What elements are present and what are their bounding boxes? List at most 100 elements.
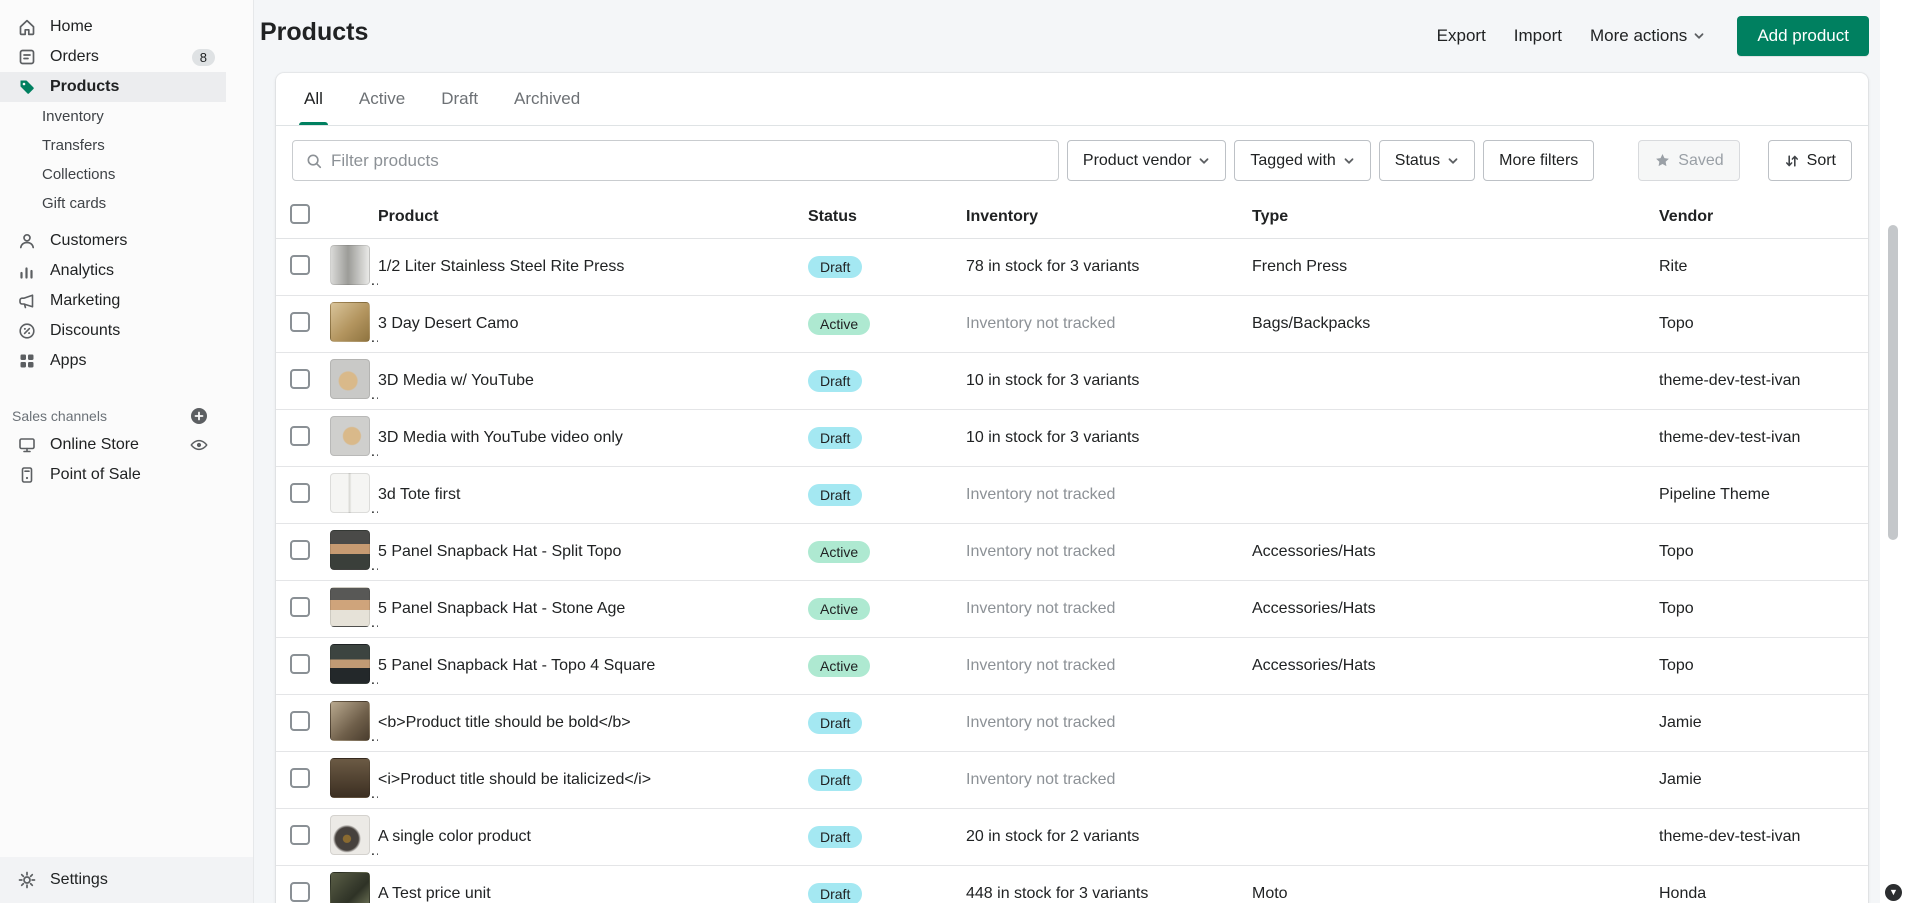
row-product-title[interactable]: 1/2 Liter Stainless Steel Rite Press — [378, 258, 624, 275]
row-checkbox[interactable] — [290, 311, 310, 332]
export-button[interactable]: Export — [1437, 22, 1486, 50]
sidebar-item-orders[interactable]: Orders 8 — [0, 42, 253, 72]
sidebar-item-inventory[interactable]: Inventory — [0, 102, 253, 131]
add-channel-button[interactable] — [189, 406, 209, 426]
sidebar-item-customers[interactable]: Customers — [0, 226, 253, 256]
row-product-title[interactable]: 5 Panel Snapback Hat - Split Topo — [378, 543, 621, 560]
sidebar-item-products[interactable]: Products — [0, 72, 226, 102]
row-checkbox[interactable] — [290, 824, 310, 845]
row-vendor: theme-dev-test-ivan — [1659, 372, 1801, 389]
product-thumbnail — [330, 757, 370, 798]
tab-active[interactable]: Active — [341, 73, 423, 125]
row-thumb-cell — [330, 529, 378, 575]
table-row[interactable]: 3D Media w/ YouTube Draft 10 in stock fo… — [276, 353, 1868, 410]
status-filter-button[interactable]: Status — [1378, 140, 1476, 181]
column-header-inventory[interactable]: Inventory — [966, 208, 1252, 226]
row-thumb-cell — [330, 757, 378, 803]
table-row[interactable]: A Test price unit Draft 448 in stock for… — [276, 866, 1868, 903]
row-checkbox[interactable] — [290, 767, 310, 788]
tab-draft[interactable]: Draft — [423, 73, 496, 125]
sidebar-item-home[interactable]: Home — [0, 12, 253, 42]
products-submenu: Inventory Transfers Collections Gift car… — [0, 102, 253, 218]
row-product-title[interactable]: 3 Day Desert Camo — [378, 315, 519, 332]
row-vendor: Topo — [1659, 657, 1694, 674]
row-checkbox[interactable] — [290, 653, 310, 674]
row-inventory: 20 in stock for 2 variants — [966, 828, 1140, 845]
row-checkbox[interactable] — [290, 881, 310, 902]
row-checkbox[interactable] — [290, 368, 310, 389]
sidebar-item-discounts[interactable]: Discounts — [0, 316, 253, 346]
row-product-title[interactable]: A Test price unit — [378, 885, 491, 902]
row-vendor: Topo — [1659, 600, 1694, 617]
row-product-title[interactable]: 3d Tote first — [378, 486, 460, 503]
row-checkbox-cell — [290, 653, 330, 679]
row-product-title[interactable]: A single color product — [378, 828, 531, 845]
status-badge: Active — [808, 655, 871, 677]
sidebar-item-transfers[interactable]: Transfers — [0, 131, 253, 160]
row-product-title[interactable]: <b>Product title should be bold</b> — [378, 714, 631, 731]
row-product-title[interactable]: <i>Product title should be italicized</i… — [378, 771, 651, 788]
row-checkbox[interactable] — [290, 539, 310, 560]
sidebar-footer: Settings — [0, 857, 253, 903]
table-row[interactable]: 5 Panel Snapback Hat - Stone Age Active … — [276, 581, 1868, 638]
status-badge: Draft — [808, 769, 863, 791]
row-product-title[interactable]: 5 Panel Snapback Hat - Topo 4 Square — [378, 657, 655, 674]
import-button[interactable]: Import — [1514, 22, 1562, 50]
product-thumbnail — [330, 472, 370, 513]
scrollbar-thumb[interactable] — [1888, 225, 1898, 540]
gear-icon — [17, 870, 37, 890]
row-inventory: 10 in stock for 3 variants — [966, 372, 1140, 389]
sidebar-item-marketing[interactable]: Marketing — [0, 286, 253, 316]
table-row[interactable]: 3D Media with YouTube video only Draft 1… — [276, 410, 1868, 467]
tab-archived[interactable]: Archived — [496, 73, 598, 125]
column-header-type[interactable]: Type — [1252, 208, 1659, 226]
table-row[interactable]: 5 Panel Snapback Hat - Split Topo Active… — [276, 524, 1868, 581]
sidebar-item-apps[interactable]: Apps — [0, 346, 253, 376]
sidebar-item-collections[interactable]: Collections — [0, 160, 253, 189]
sidebar-item-gift-cards[interactable]: Gift cards — [0, 189, 253, 218]
row-checkbox[interactable] — [290, 710, 310, 731]
row-checkbox[interactable] — [290, 482, 310, 503]
row-product-title[interactable]: 5 Panel Snapback Hat - Stone Age — [378, 600, 625, 617]
table-row[interactable]: <b>Product title should be bold</b> Draf… — [276, 695, 1868, 752]
table-row[interactable]: <i>Product title should be italicized</i… — [276, 752, 1868, 809]
row-product-title[interactable]: 3D Media with YouTube video only — [378, 429, 623, 446]
column-header-product[interactable]: Product — [378, 208, 808, 226]
sort-button[interactable]: Sort — [1767, 140, 1852, 181]
row-vendor: Rite — [1659, 258, 1688, 275]
row-checkbox-cell — [290, 254, 330, 280]
table-row[interactable]: 5 Panel Snapback Hat - Topo 4 Square Act… — [276, 638, 1868, 695]
row-inventory: Inventory not tracked — [966, 771, 1116, 788]
saved-filters-button[interactable]: Saved — [1638, 140, 1740, 181]
column-header-status[interactable]: Status — [808, 208, 966, 226]
row-inventory: Inventory not tracked — [966, 657, 1116, 674]
row-checkbox[interactable] — [290, 425, 310, 446]
tagged-with-filter-button[interactable]: Tagged with — [1234, 140, 1371, 181]
table-row[interactable]: 3d Tote first Draft Inventory not tracke… — [276, 467, 1868, 524]
sidebar-item-point-of-sale[interactable]: Point of Sale — [0, 460, 253, 490]
row-type: Moto — [1252, 885, 1288, 902]
more-filters-button[interactable]: More filters — [1483, 140, 1595, 181]
preview-online-store-button[interactable] — [189, 435, 209, 455]
sidebar-item-label: Customers — [50, 232, 128, 249]
row-checkbox[interactable] — [290, 596, 310, 617]
add-product-button[interactable]: Add product — [1737, 16, 1869, 56]
chevron-down-icon — [1198, 155, 1210, 167]
sidebar-item-online-store[interactable]: Online Store — [0, 430, 253, 460]
scroll-down-button[interactable]: ▼ — [1885, 884, 1902, 901]
more-actions-button[interactable]: More actions — [1590, 22, 1705, 50]
column-header-vendor[interactable]: Vendor — [1659, 208, 1868, 226]
filter-search[interactable] — [292, 140, 1059, 181]
sidebar-item-analytics[interactable]: Analytics — [0, 256, 253, 286]
row-checkbox-cell — [290, 767, 330, 793]
row-product-title[interactable]: 3D Media w/ YouTube — [378, 372, 534, 389]
table-row[interactable]: 3 Day Desert Camo Active Inventory not t… — [276, 296, 1868, 353]
filter-products-input[interactable] — [331, 150, 1046, 171]
table-row[interactable]: A single color product Draft 20 in stock… — [276, 809, 1868, 866]
select-all-checkbox[interactable] — [290, 204, 310, 224]
table-row[interactable]: 1/2 Liter Stainless Steel Rite Press Dra… — [276, 239, 1868, 296]
tab-all[interactable]: All — [286, 73, 341, 125]
row-checkbox[interactable] — [290, 254, 310, 275]
product-vendor-filter-button[interactable]: Product vendor — [1066, 140, 1227, 181]
sidebar-item-settings[interactable]: Settings — [0, 857, 253, 903]
